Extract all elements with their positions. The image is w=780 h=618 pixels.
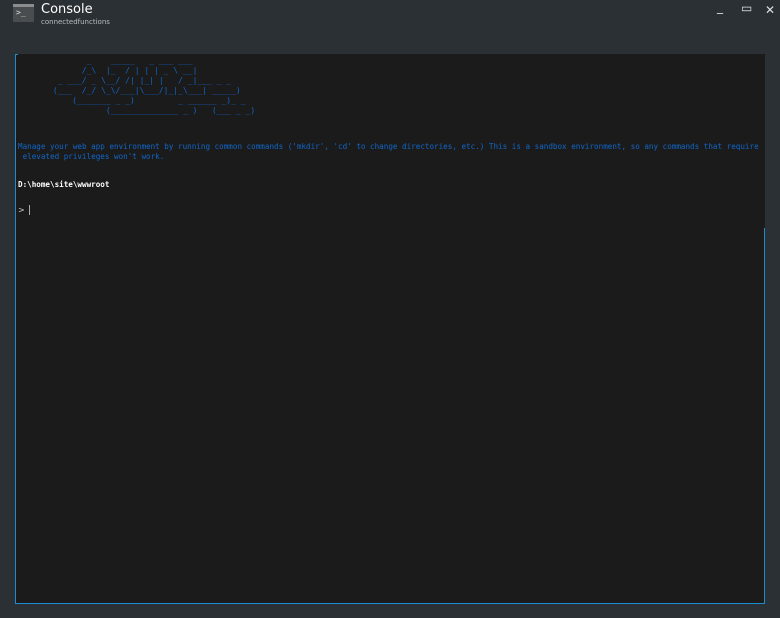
minimize-button[interactable]: _ [717,0,723,14]
command-prompt[interactable]: > [18,205,30,215]
console-border-accent [15,54,18,55]
prompt-symbol: > [18,205,25,215]
title-bar: >_ Console connectedfunctions _ ▭ ✕ [0,0,780,40]
window-subtitle: connectedfunctions [41,18,110,26]
scrollbar[interactable] [764,228,765,604]
maximize-button[interactable]: ▭ [741,1,752,15]
text-cursor [28,205,30,215]
current-directory: D:\home\site\wwwroot [18,180,110,189]
terminal-icon: >_ [13,4,34,22]
console-output[interactable]: _ _____ _ ___ ___ /_\ |_ / | | | _ \ __|… [15,54,765,604]
azure-ascii-logo: _ _____ _ ___ ___ /_\ |_ / | | | _ \ __|… [52,56,256,115]
welcome-message: Manage your web app environment by runni… [18,142,759,161]
window-title: Console [41,2,93,17]
close-button[interactable]: ✕ [765,3,775,17]
